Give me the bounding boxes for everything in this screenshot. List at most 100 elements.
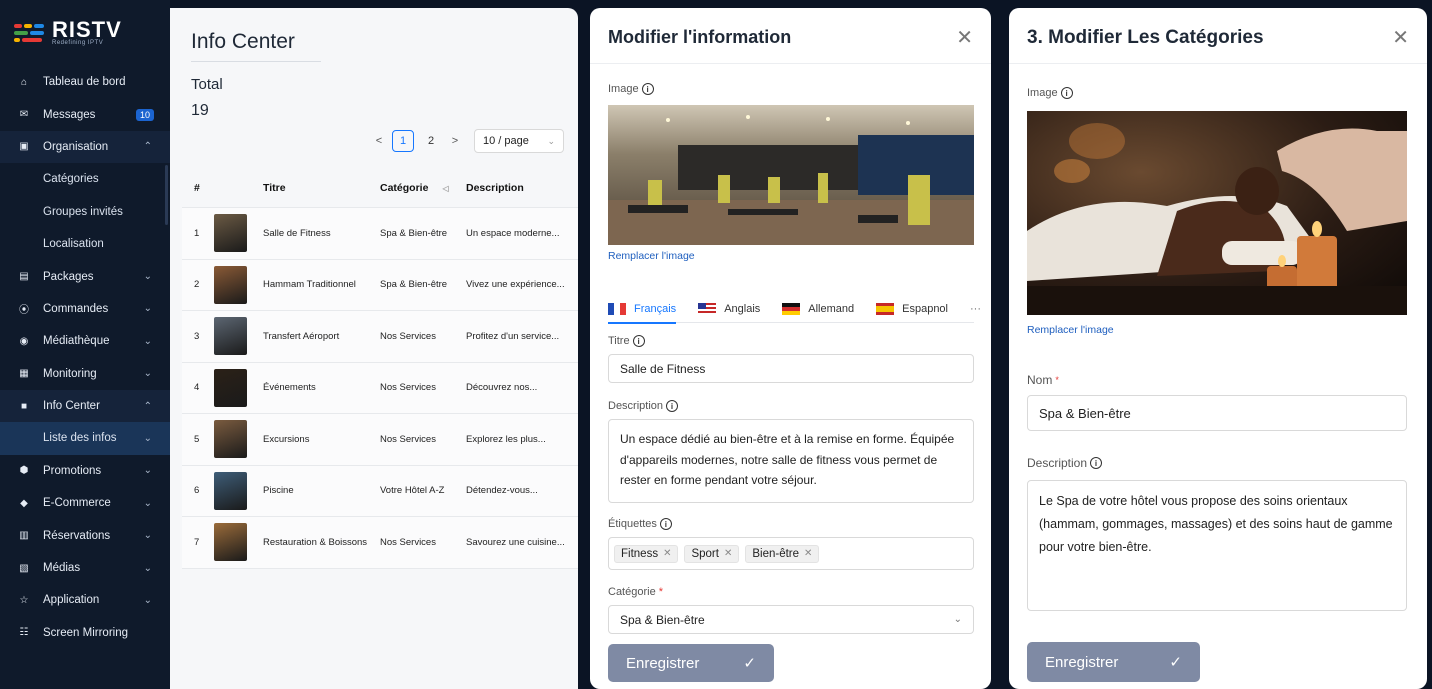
row-title: Excursions <box>263 433 310 445</box>
sidebar-item[interactable]: ▦ Monitoring ⌄ <box>0 358 170 390</box>
tab-english[interactable]: Anglais <box>698 294 760 323</box>
tags-input[interactable]: Fitness ✕ Sport ✕ Bien-être ✕ <box>608 537 974 570</box>
sidebar-item[interactable]: ☷ Screen Mirroring <box>0 617 170 649</box>
next-page-button[interactable]: > <box>448 135 462 147</box>
sidebar-item[interactable]: ▤ Packages ⌄ <box>0 260 170 292</box>
tab-german[interactable]: Allemand <box>782 294 854 323</box>
row-description: Profitez d'un service... <box>466 330 560 342</box>
sidebar-item[interactable]: Catégories <box>0 163 170 195</box>
table-row[interactable]: 3 Transfert Aéroport Nos Services Profitez … <box>182 311 578 363</box>
title-input[interactable]: Salle de Fitness <box>608 354 974 383</box>
save-button[interactable]: Enregistrer ✓ <box>608 644 774 682</box>
chevron-down-icon: ⌄ <box>143 368 152 380</box>
check-icon: ✓ <box>743 655 756 672</box>
table-row[interactable]: 7 Restauration & Boissons Nos Services Savo… <box>182 517 578 569</box>
remove-tag-icon[interactable]: ✕ <box>724 548 732 559</box>
gym-image <box>608 105 974 245</box>
table-row[interactable]: 2 Hammam Traditionnel Spa & Bien-être Vivez… <box>182 259 578 311</box>
sidebar-item[interactable]: ■ Info Center ⌃ <box>0 389 170 423</box>
page-1-button[interactable]: 1 <box>392 130 414 152</box>
sidebar-item[interactable]: ◆ E-Commerce ⌄ <box>0 487 170 519</box>
tag-label: Fitness <box>621 547 659 560</box>
total-label: Total <box>191 76 223 93</box>
row-number: 5 <box>194 433 200 445</box>
row-description: Détendez-vous... <box>466 485 538 497</box>
brand-logo[interactable]: RISTV Redefining IPTV <box>14 19 122 46</box>
reservations-icon: ▥ <box>19 530 29 542</box>
tab-spanish[interactable]: Espapnol <box>876 294 948 323</box>
check-icon: ✓ <box>1169 654 1182 671</box>
sidebar-item[interactable]: ⬢ Promotions ⌄ <box>0 455 170 487</box>
col-category[interactable]: Catégorie ◁ <box>380 182 466 194</box>
table-row[interactable]: 5 Excursions Nos Services Explorez les plus… <box>182 414 578 466</box>
row-description: Un espace moderne... <box>466 227 560 239</box>
sidebar-item[interactable]: Groupes invités <box>0 196 170 228</box>
chevron-down-icon: ⌄ <box>547 135 555 146</box>
replace-image-link[interactable]: Remplacer l'image <box>608 250 695 262</box>
sidebar-item[interactable]: ☆ Application ⌄ <box>0 584 170 616</box>
sidebar-item[interactable]: ◉ Médiathèque ⌄ <box>0 325 170 357</box>
row-thumbnail-cell <box>214 523 261 562</box>
chevron-down-icon: ⌄ <box>143 335 152 347</box>
package-icon: ▤ <box>19 271 29 283</box>
save-button[interactable]: Enregistrer ✓ <box>1027 642 1200 682</box>
info-table: # Titre Catégorie ◁ Description 1 Salle de… <box>182 168 578 569</box>
row-title: Restauration & Boissons <box>263 536 368 548</box>
sidebar-item-label: Messages <box>43 108 96 121</box>
sidebar-item[interactable]: ▧ Médias ⌄ <box>0 552 170 584</box>
sidebar-item[interactable]: Localisation <box>0 228 170 260</box>
page-size-select[interactable]: 10 / page ⌄ <box>474 129 564 153</box>
table-row[interactable]: 6 Piscine Votre Hôtel A-Z Détendez-vous... <box>182 465 578 517</box>
row-description: Découvrez nos... <box>466 382 538 394</box>
chevron-down-icon: ⌄ <box>143 465 152 477</box>
description-label-text: Description <box>608 400 664 412</box>
chevron-down-icon: ⌄ <box>143 530 152 542</box>
row-title: Piscine <box>263 485 294 497</box>
remove-tag-icon[interactable]: ✕ <box>804 548 812 559</box>
row-category: Spa & Bien-être <box>380 227 448 239</box>
row-thumbnail-cell <box>214 420 261 459</box>
description-textarea[interactable]: Un espace dédié au bien-être et à la rem… <box>608 419 974 503</box>
orders-icon: ⦿ <box>19 305 29 317</box>
category-select[interactable]: Spa & Bien-être ⌄ <box>608 605 974 634</box>
info-icon: i <box>632 335 645 347</box>
page-2-button[interactable]: 2 <box>420 130 442 152</box>
tab-spanish-label: Espapnol <box>902 302 948 315</box>
close-icon[interactable]: ✕ <box>956 25 973 50</box>
description-textarea[interactable]: Le Spa de votre hôtel vous propose des s… <box>1027 480 1407 611</box>
sidebar-item[interactable]: ✉ Messages 10 <box>0 98 170 130</box>
spa-image <box>1027 111 1407 315</box>
table-row[interactable]: 4 Événements Nos Services Découvrez nos... <box>182 362 578 414</box>
prev-page-button[interactable]: < <box>372 135 386 147</box>
row-number: 7 <box>194 536 200 548</box>
row-category: Nos Services <box>380 382 436 394</box>
row-category: Nos Services <box>380 536 436 548</box>
remove-tag-icon[interactable]: ✕ <box>663 548 671 559</box>
chevron-down-icon: ⌄ <box>143 562 152 574</box>
sidebar-item[interactable]: ▥ Réservations ⌄ <box>0 519 170 551</box>
name-input-value: Spa & Bien-être <box>1039 405 1131 421</box>
sidebar-item[interactable]: Liste des infos ⌄ <box>0 422 170 455</box>
tab-french[interactable]: Français <box>608 294 677 324</box>
row-number: 4 <box>194 382 200 394</box>
row-number: 6 <box>194 485 200 497</box>
table-row[interactable]: 1 Salle de Fitness Spa & Bien-être Un espac… <box>182 208 578 260</box>
row-title: Transfert Aéroport <box>263 330 340 342</box>
row-thumbnail-cell <box>214 265 261 304</box>
row-category: Spa & Bien-être <box>380 279 448 291</box>
sidebar-item-label: Médias <box>43 562 81 575</box>
more-tabs-button[interactable]: ··· <box>970 294 981 323</box>
sidebar-scrollbar[interactable] <box>165 165 168 225</box>
replace-image-link[interactable]: Remplacer l'image <box>1027 324 1114 336</box>
description-label: Description i <box>1027 456 1103 470</box>
filter-icon[interactable]: ◁ <box>442 184 448 193</box>
col-category-label: Catégorie <box>380 181 429 194</box>
close-icon[interactable]: ✕ <box>1392 25 1409 50</box>
sidebar-item[interactable]: ▣ Organisation ⌃ <box>0 130 170 164</box>
sidebar-item[interactable]: ⦿ Commandes ⌄ <box>0 293 170 325</box>
row-number: 1 <box>194 227 200 239</box>
required-marker: * <box>1055 375 1059 385</box>
total-value: 19 <box>191 102 209 119</box>
name-input[interactable]: Spa & Bien-être <box>1027 395 1407 431</box>
sidebar-item[interactable]: ⌂ Tableau de bord <box>0 66 170 98</box>
